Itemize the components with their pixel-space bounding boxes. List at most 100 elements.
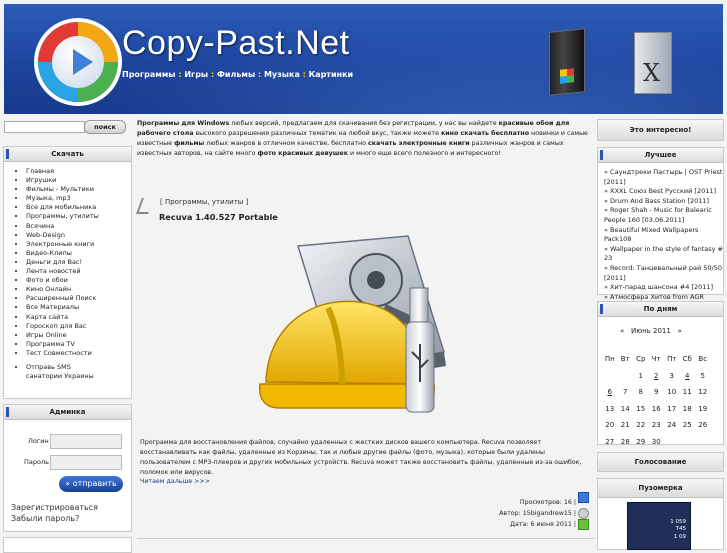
read-more-link[interactable]: Читаем дальше >>> [140, 478, 210, 485]
vote-panel-title: Голосование [634, 458, 687, 466]
download-menu-item[interactable]: Фильмы - Мультики [26, 185, 131, 194]
calendar-day[interactable]: 2 [649, 368, 665, 385]
informer-value-2: Т45 [675, 526, 686, 532]
password-label: Пароль [24, 458, 49, 466]
calendar-day: 21 [620, 421, 630, 430]
media-player-logo-icon[interactable] [38, 22, 118, 102]
download-menu-item[interactable]: Web-Design [26, 231, 131, 240]
best-panel-title: Лучшее [644, 151, 677, 159]
download-menu-item[interactable]: Главная [26, 167, 131, 176]
calendar-weekday: Пт [667, 355, 677, 364]
informer-panel-title: Пузомерка [638, 484, 683, 492]
download-menu-item[interactable]: Все Материалы [26, 303, 131, 312]
windows-box-icon [549, 28, 585, 96]
calendar-day: 17 [667, 404, 677, 413]
informer-value-1: 1 059 [670, 519, 686, 525]
calendar-day[interactable]: 6 [602, 384, 618, 401]
download-menu-item[interactable]: Отправь SMS [26, 363, 131, 372]
download-menu-item[interactable]: Деньги для Вас! [26, 258, 131, 267]
calendar-day [664, 434, 680, 451]
login-input[interactable] [50, 434, 122, 449]
article-date: Дата: 6 июня 2011 | [510, 521, 576, 528]
calendar-weekday: Вс [698, 355, 708, 364]
calendar-day: 1 [638, 371, 643, 380]
article-title[interactable]: Recuva 1.40.527 Portable [159, 212, 278, 222]
download-menu-item[interactable]: Гороскоп для Вас [26, 322, 131, 331]
views-icon [578, 492, 589, 503]
interesting-panel-title: Это интересно! [629, 126, 692, 134]
calendar-day: 24 [667, 421, 677, 430]
best-list-item[interactable]: » Roger Shah - Music for Balearic People… [604, 206, 723, 225]
best-list-item[interactable]: » XXXL Союз Best Русский [2011] [604, 187, 723, 197]
informer-panel: Пузомерка 1 059 Т45 1 09 [597, 478, 724, 550]
calendar-day: 30 [651, 437, 661, 446]
download-menu: ГлавнаяИгрушкиФильмы - МультикиМузыка, m… [4, 167, 131, 381]
search-button[interactable]: поиск [84, 120, 126, 134]
register-link[interactable]: Зарегистрироваться [11, 503, 98, 512]
download-menu-item[interactable]: Всячина [26, 222, 131, 231]
password-input[interactable] [50, 455, 122, 470]
article-description: Программа для восстановления файлов, слу… [140, 439, 582, 476]
calendar-month-nav[interactable]: « Июнь 2011 » [620, 327, 682, 335]
download-menu-item[interactable]: Лента новостей [26, 267, 131, 276]
article-category[interactable]: [ Программы, утилиты ] [160, 198, 248, 206]
mac-os-x-box-icon: X [634, 32, 672, 94]
best-list: » Саундтреки Пастырь | OST Priest [2011]… [598, 168, 723, 322]
best-list-item[interactable]: » Drum And Bass Station [2011] [604, 197, 723, 207]
article-author[interactable]: Автор: 15bigandrew15 | [499, 510, 576, 517]
best-list-item[interactable]: » Wallpaper in the style of fantasy # 23 [604, 245, 723, 264]
calendar-day: 3 [669, 371, 674, 380]
download-menu-item[interactable]: Расширенный Поиск [26, 294, 131, 303]
best-list-item[interactable]: » Beautiful Mixed Wallpapers Pack108 [604, 226, 723, 245]
download-menu-item[interactable]: Программа TV [26, 340, 131, 349]
site-title[interactable]: Copy-Past.Net [122, 24, 350, 63]
calendar-day: 19 [698, 404, 708, 413]
calendar: Пн Вт Ср Чт Пт Сб Вс 1 2 3 4 5 6 7 8 9 10 11 12 13 14 15 16 17 1… [602, 351, 711, 450]
calendar-day: 29 [636, 437, 646, 446]
calendar-day: 26 [698, 421, 708, 430]
informer-value-3: 1 09 [673, 534, 686, 540]
calendar-weekday: Ср [636, 355, 646, 364]
tagline-part: Программы [122, 70, 176, 79]
download-menu-item[interactable]: Кино Онлайн [26, 285, 131, 294]
recuva-illustration [258, 235, 446, 413]
calendar-day: 13 [605, 404, 615, 413]
site-header: Copy-Past.Net Программы : Игры : Фильмы … [4, 4, 723, 114]
tagline-part: : [255, 70, 264, 79]
download-menu-item[interactable]: Электронные книги [26, 240, 131, 249]
download-menu-item[interactable]: Игры Online [26, 331, 131, 340]
submit-login-button[interactable]: » отправить [59, 476, 123, 492]
tagline-part: Музыка [263, 70, 300, 79]
vote-panel: Голосование [597, 452, 724, 472]
download-panel: Скачать ГлавнаяИгрушкиФильмы - МультикиМ… [3, 146, 132, 399]
download-menu-item[interactable]: Все для мобильника [26, 203, 131, 212]
article-divider [137, 538, 595, 539]
download-menu-item[interactable]: Тест Совместности [26, 349, 131, 358]
download-menu-item[interactable]: Игрушки [26, 176, 131, 185]
login-label: Логин [28, 437, 49, 445]
download-menu-item[interactable]: Программы, утилиты [26, 212, 131, 221]
download-menu-item[interactable]: Фото и обои [26, 276, 131, 285]
calendar-day: 18 [682, 404, 692, 413]
download-menu-item[interactable]: Видео-Клипы [26, 249, 131, 258]
search-input[interactable] [4, 121, 85, 133]
calendar-day: 23 [651, 421, 661, 430]
calendar-weekday: Сб [682, 355, 692, 364]
calendar-day: 22 [636, 421, 646, 430]
download-menu-item[interactable]: Карта сайта [26, 313, 131, 322]
best-list-item[interactable]: » Хит-парад шансона #4 [2011] [604, 283, 723, 293]
interesting-panel: Это интересно! [597, 119, 724, 141]
informer-widget[interactable]: 1 059 Т45 1 09 [627, 502, 691, 550]
calendar-day[interactable]: 4 [680, 368, 696, 385]
calendar-day: 10 [667, 388, 677, 397]
best-list-item[interactable]: » Record: Танцевальный рай 50/50 [2011] [604, 264, 723, 283]
forgot-password-link[interactable]: Забыли пароль? [11, 514, 79, 523]
best-list-item[interactable]: » Саундтреки Пастырь | OST Priest [2011] [604, 168, 723, 187]
download-menu-item[interactable]: Музыка, mp3 [26, 194, 131, 203]
calendar-day: 28 [620, 437, 630, 446]
best-panel: Лучшее » Саундтреки Пастырь | OST Priest… [597, 147, 724, 320]
tagline-part: : [175, 70, 185, 79]
article-bookmark-icon [136, 198, 154, 214]
download-menu-item[interactable]: санатории Украины [26, 372, 131, 381]
left-bottom-panel [3, 537, 132, 553]
